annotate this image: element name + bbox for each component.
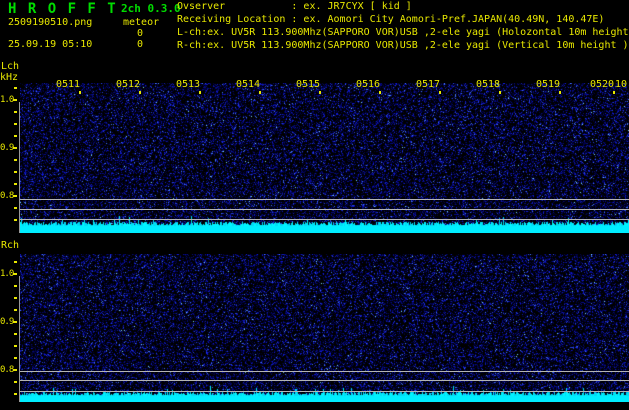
lch-freq-label: 0.8	[0, 191, 14, 201]
rch-freq-label: 1.0	[0, 269, 14, 279]
lch-freq-major-tick	[13, 147, 17, 149]
lch-freq-minor-tick	[14, 219, 17, 221]
lch-freq-minor-tick	[14, 123, 17, 125]
time-tick	[439, 91, 441, 94]
lch-reference-line-1	[19, 199, 629, 200]
lch-reference-line-2	[19, 209, 629, 210]
app-title: H R O F F T	[8, 1, 118, 17]
rch-freq-minor-tick	[14, 309, 17, 311]
station-info-line: Receiving Location : ex. Aomori City Aom…	[177, 14, 605, 25]
rch-axis-line	[19, 276, 20, 402]
lch-spectrogram-canvas	[20, 83, 629, 233]
rch-freq-minor-tick	[14, 357, 17, 359]
lch-freq-minor-tick	[14, 135, 17, 137]
lch-freq-minor-tick	[14, 87, 17, 89]
lch-echo-count: 0	[136, 28, 143, 39]
lch-freq-major-tick	[13, 195, 17, 197]
lch-freq-label: 1.0	[0, 95, 14, 105]
rch-freq-minor-tick	[14, 285, 17, 287]
time-label: 0520	[590, 79, 615, 90]
partial-time-label: 10	[615, 79, 628, 90]
rch-reference-line-3	[19, 391, 629, 392]
rch-echo-count: 0	[136, 39, 143, 50]
time-label: 0519	[536, 79, 561, 90]
freq-unit-label: kHz	[0, 72, 19, 83]
rch-freq-minor-tick	[14, 393, 17, 395]
time-tick	[319, 91, 321, 94]
lch-freq-minor-tick	[14, 183, 17, 185]
station-info-line: L-ch:ex. UV5R 113.900Mhz(SAPPORO VOR)USB…	[177, 27, 629, 38]
datetime-label: 25.09.19 05:10	[8, 39, 93, 50]
rch-freq-label: 0.9	[0, 317, 14, 327]
lch-reference-line-3	[19, 219, 629, 220]
app-version: 2ch 0.3.0	[121, 2, 181, 15]
rch-freq-major-tick	[13, 273, 17, 275]
time-tick	[139, 91, 141, 94]
rch-freq-major-tick	[13, 321, 17, 323]
output-filename: 2509190510.png	[8, 17, 93, 28]
time-tick	[499, 91, 501, 94]
rch-reference-line-2	[19, 380, 629, 381]
rch-freq-minor-tick	[14, 297, 17, 299]
rch-freq-label: 0.8	[0, 365, 14, 375]
rch-freq-minor-tick	[14, 381, 17, 383]
station-info-line: Ovserver : ex. JR7CYX [ kid ]	[177, 1, 412, 12]
time-tick	[379, 91, 381, 94]
time-tick	[199, 91, 201, 94]
lch-freq-minor-tick	[14, 159, 17, 161]
time-label: 0517	[416, 79, 441, 90]
time-label: 0511	[56, 79, 81, 90]
rch-reference-line-1	[19, 371, 629, 372]
lch-axis-label: Lch	[1, 61, 20, 72]
time-label: 0512	[116, 79, 141, 90]
time-label: 0514	[236, 79, 261, 90]
time-label: 0515	[296, 79, 321, 90]
time-tick	[613, 91, 615, 94]
time-tick	[259, 91, 261, 94]
mode-label: meteor	[123, 17, 160, 28]
time-tick	[559, 91, 561, 94]
rch-freq-minor-tick	[14, 333, 17, 335]
lch-freq-minor-tick	[14, 111, 17, 113]
rch-freq-minor-tick	[14, 261, 17, 263]
rch-freq-major-tick	[13, 369, 17, 371]
time-label: 0516	[356, 79, 381, 90]
time-label: 0518	[476, 79, 501, 90]
lch-freq-label: 0.9	[0, 143, 14, 153]
station-info-line: R-ch:ex. UV5R 113.900Mhz(SAPPORO VOR)USB…	[177, 40, 629, 51]
time-label: 0513	[176, 79, 201, 90]
rch-axis-label: Rch	[1, 240, 20, 251]
rch-freq-minor-tick	[14, 345, 17, 347]
lch-axis-line	[19, 102, 20, 233]
lch-freq-minor-tick	[14, 171, 17, 173]
time-tick	[79, 91, 81, 94]
hrofft-screen: H R O F F T 2ch 0.3.0 2509190510.png met…	[0, 0, 629, 410]
lch-freq-minor-tick	[14, 207, 17, 209]
lch-freq-major-tick	[13, 99, 17, 101]
